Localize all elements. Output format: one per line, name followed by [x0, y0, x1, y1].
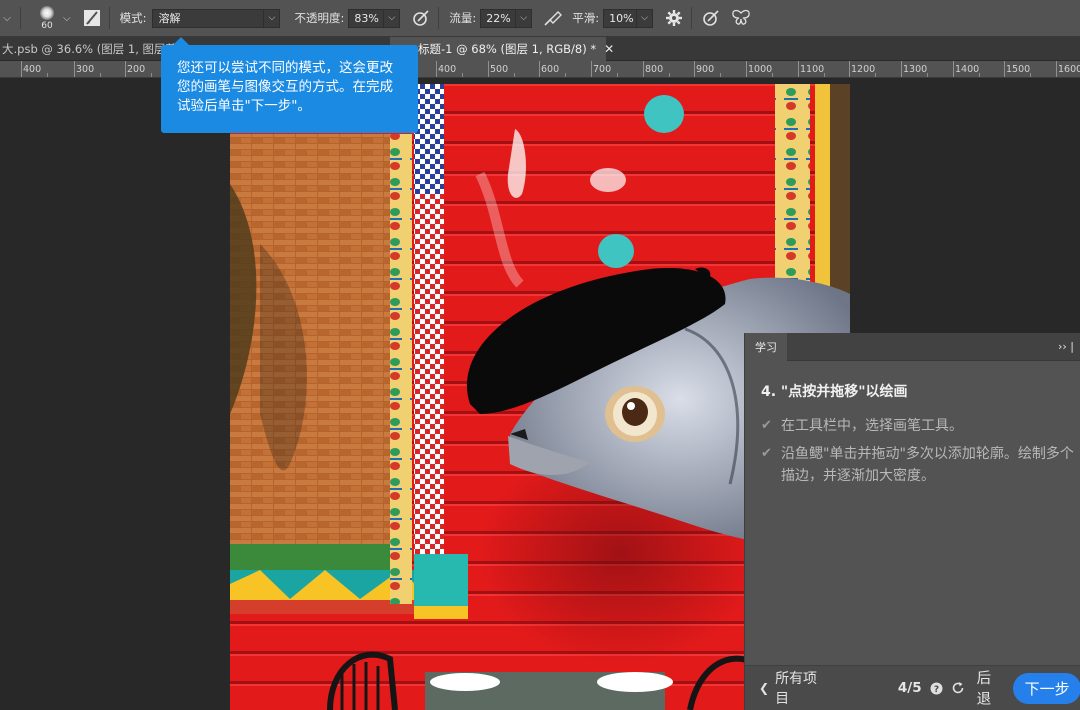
- learn-panel-header: 学习 ›› |: [745, 333, 1080, 361]
- ruler-label: 800: [645, 64, 664, 75]
- chevron-left-icon: ❮: [759, 681, 770, 695]
- ruler-label: 1500: [1006, 64, 1031, 75]
- ruler-label: 400: [23, 64, 42, 75]
- airbrush-icon[interactable]: [542, 7, 564, 29]
- ruler-label: 600: [541, 64, 560, 75]
- smoothing-input[interactable]: 10% ⌵: [603, 8, 654, 28]
- next-button-label: 下一步: [1024, 679, 1070, 698]
- chevron-down-icon: ⌵: [263, 9, 279, 27]
- ruler-label: 1600: [1058, 64, 1080, 75]
- svg-text:?: ?: [933, 685, 938, 695]
- ruler-label: 1100: [800, 64, 825, 75]
- brush-size-label: 60: [41, 21, 53, 31]
- help-icon[interactable]: ?: [930, 682, 943, 695]
- options-bar: ⌵ 60 ⌵ 模式: 溶解 ⌵ 不透明度: 83% ⌵ 流量: 22% ⌵ 平滑…: [0, 0, 1080, 37]
- panel-collapse-icon[interactable]: ›› |: [1058, 340, 1074, 353]
- tab-document-2[interactable]: 标题-1 @ 68% (图层 1, RGB/8) * ✕: [390, 37, 614, 61]
- brush-picker-chevron-icon[interactable]: ⌵: [63, 13, 71, 24]
- blend-mode-value: 溶解: [158, 12, 181, 25]
- learn-panel-footer: ❮ 所有项目 4/5 ? 后退 下一步: [745, 665, 1080, 710]
- ruler-label: 400: [438, 64, 457, 75]
- list-item: ✔ 在工具栏中，选择画笔工具。: [761, 415, 1080, 437]
- ruler-label: 900: [696, 64, 715, 75]
- pressure-opacity-icon[interactable]: [410, 7, 432, 29]
- all-items-label: 所有项目: [775, 671, 818, 707]
- tab-label: 大.psb @ 36.6% (图层 1, 图层蒙: [2, 42, 178, 56]
- ruler-label: 700: [593, 64, 612, 75]
- refresh-icon[interactable]: [951, 681, 965, 695]
- chevron-down-icon: ⌵: [383, 9, 399, 27]
- opacity-label: 不透明度:: [294, 11, 345, 25]
- back-button[interactable]: 后退: [977, 667, 1006, 709]
- blend-mode-select[interactable]: 溶解 ⌵: [152, 8, 281, 28]
- brush-tip-icon: [40, 6, 54, 20]
- list-item-text: 在工具栏中，选择画笔工具。: [781, 418, 963, 434]
- tab-label: 标题-1 @ 68% (图层 1, RGB/8) *: [418, 42, 597, 56]
- checkmark-icon: ✔: [761, 446, 772, 461]
- brush-preset-picker[interactable]: 60: [35, 3, 61, 33]
- pressure-size-icon[interactable]: [700, 7, 722, 29]
- learn-panel: 学习 ›› | 4. "点按并拖移"以绘画 ✔ 在工具栏中，选择画笔工具。 ✔ …: [744, 333, 1080, 710]
- chevron-down-icon: ⌵: [636, 9, 652, 27]
- ruler-label: 1400: [955, 64, 980, 75]
- opacity-input[interactable]: 83% ⌵: [348, 8, 401, 28]
- ruler-label: 1300: [903, 64, 928, 75]
- ruler-label: 300: [76, 64, 95, 75]
- tooltip-text: 您还可以尝试不同的模式，这会更改您的画笔与图像交互的方式。在完成试验后单击"下一…: [177, 60, 393, 114]
- flow-value: 22%: [486, 11, 511, 25]
- flow-label: 流量:: [449, 11, 477, 25]
- flow-input[interactable]: 22% ⌵: [480, 8, 533, 28]
- smoothing-value: 10%: [609, 11, 634, 25]
- divider: [20, 7, 21, 29]
- step-title: 4. "点按并拖移"以绘画: [761, 384, 908, 400]
- learn-panel-body: 4. "点按并拖移"以绘画 ✔ 在工具栏中，选择画笔工具。 ✔ 沿鱼鳃"单击并拖…: [745, 361, 1080, 487]
- tab-document-1[interactable]: 大.psb @ 36.6% (图层 1, 图层蒙: [0, 37, 177, 61]
- learn-tooltip: 您还可以尝试不同的模式，这会更改您的画笔与图像交互的方式。在完成试验后单击"下一…: [161, 37, 418, 133]
- tab-learn[interactable]: 学习: [745, 333, 787, 361]
- divider: [438, 7, 440, 29]
- opacity-value: 83%: [354, 11, 379, 25]
- smoothing-label: 平滑:: [572, 11, 600, 25]
- divider: [108, 7, 110, 29]
- tool-preset-chevron-icon[interactable]: ⌵: [0, 13, 14, 24]
- brush-settings-panel-icon[interactable]: [81, 7, 103, 29]
- ruler-label: 1200: [851, 64, 876, 75]
- divider: [691, 7, 693, 29]
- ruler-label: 1000: [748, 64, 773, 75]
- ruler-label: 200: [127, 64, 146, 75]
- tab-learn-label: 学习: [755, 341, 777, 354]
- list-item-text: 沿鱼鳃"单击并拖动"多次以添加轮廓。绘制多个描边，并逐渐加大密度。: [781, 446, 1074, 484]
- chevron-down-icon: ⌵: [515, 9, 531, 27]
- mode-label: 模式:: [119, 11, 147, 25]
- gear-icon[interactable]: [663, 7, 685, 29]
- symmetry-butterfly-icon[interactable]: [730, 7, 752, 29]
- next-button[interactable]: 下一步: [1013, 672, 1080, 704]
- step-progress: 4/5: [897, 680, 922, 696]
- close-icon[interactable]: ✕: [604, 42, 614, 56]
- checkmark-icon: ✔: [761, 418, 772, 433]
- ruler-label: 500: [490, 64, 509, 75]
- list-item: ✔ 沿鱼鳃"单击并拖动"多次以添加轮廓。绘制多个描边，并逐渐加大密度。: [761, 443, 1080, 487]
- all-items-link[interactable]: ❮ 所有项目: [759, 668, 830, 708]
